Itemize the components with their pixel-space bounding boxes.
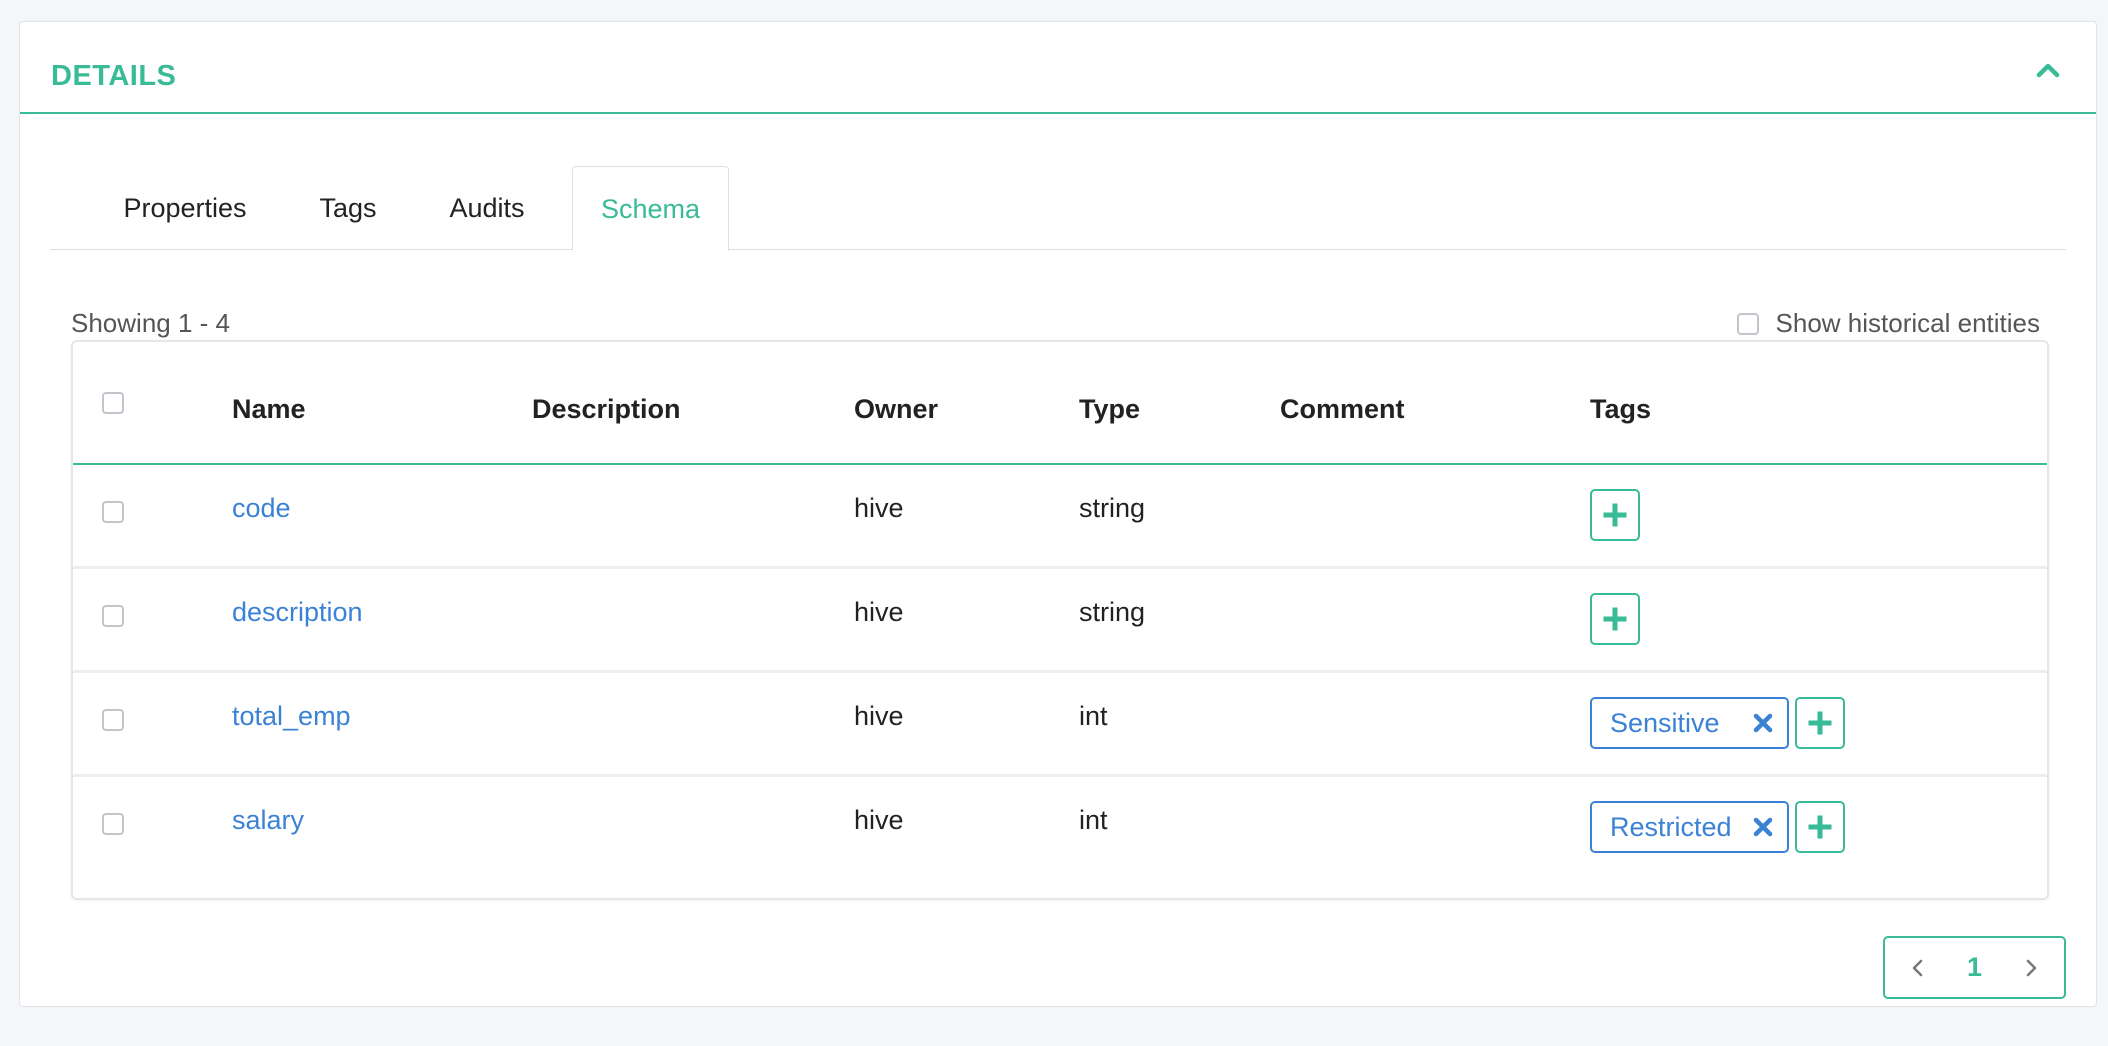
- schema-table: Name Description Owner Type Comment Tags…: [71, 340, 2049, 900]
- tab-audits[interactable]: Audits: [437, 166, 537, 250]
- owner-cell: hive: [854, 597, 904, 627]
- plus-icon: [1808, 711, 1832, 735]
- type-cell: int: [1079, 805, 1108, 835]
- close-icon: [1753, 817, 1773, 837]
- column-header-tags: Tags: [1590, 394, 1652, 424]
- tag-chip: Sensitive: [1590, 697, 1789, 749]
- next-page-button[interactable]: [2022, 956, 2040, 980]
- tab-tags[interactable]: Tags: [308, 166, 388, 250]
- collapse-button[interactable]: [2028, 50, 2068, 90]
- historical-checkbox[interactable]: [1736, 312, 1759, 335]
- type-cell: int: [1079, 701, 1108, 731]
- column-header-name[interactable]: Name: [232, 394, 306, 425]
- select-all-checkbox[interactable]: [102, 392, 124, 414]
- panel-header: DETAILS: [20, 22, 2096, 114]
- table-row: total_emp hive int Sensitive: [73, 673, 2047, 777]
- historical-toggle[interactable]: Show historical entities: [1736, 308, 2040, 339]
- type-cell: string: [1079, 597, 1146, 627]
- column-header-type[interactable]: Type: [1079, 394, 1140, 425]
- add-tag-button[interactable]: [1795, 697, 1845, 749]
- current-page[interactable]: 1: [1967, 952, 1982, 983]
- chevron-up-icon: [2036, 63, 2060, 78]
- row-checkbox[interactable]: [102, 605, 124, 627]
- column-name-link[interactable]: description: [232, 597, 363, 628]
- tab-bar: Properties Tags Audits Schema: [50, 144, 2066, 251]
- tags-cell: [1590, 489, 1640, 541]
- panel-title: DETAILS: [51, 60, 177, 92]
- add-tag-button[interactable]: [1590, 593, 1640, 645]
- details-panel: DETAILS Properties Tags Audits Schema Sh…: [19, 21, 2097, 1007]
- row-checkbox[interactable]: [102, 813, 124, 835]
- tab-schema[interactable]: Schema: [572, 166, 729, 251]
- table-row: code hive string: [73, 465, 2047, 569]
- column-header-owner[interactable]: Owner: [854, 394, 938, 425]
- remove-tag-button[interactable]: [1753, 817, 1773, 837]
- chevron-right-icon: [2026, 959, 2037, 976]
- table-row: description hive string: [73, 569, 2047, 673]
- historical-label: Show historical entities: [1775, 308, 2040, 338]
- column-name-link[interactable]: salary: [232, 805, 304, 836]
- tag-label: Restricted: [1610, 811, 1732, 842]
- plus-icon: [1808, 815, 1832, 839]
- table-row: salary hive int Restricted: [73, 777, 2047, 881]
- close-icon: [1753, 713, 1773, 733]
- tags-cell: [1590, 593, 1640, 645]
- remove-tag-button[interactable]: [1753, 713, 1773, 733]
- chevron-left-icon: [1912, 959, 1923, 976]
- tag-chip: Restricted: [1590, 801, 1789, 853]
- row-checkbox[interactable]: [102, 709, 124, 731]
- row-checkbox[interactable]: [102, 501, 124, 523]
- column-name-link[interactable]: total_emp: [232, 701, 351, 732]
- plus-icon: [1603, 503, 1627, 527]
- pagination: 1: [1883, 936, 2066, 999]
- owner-cell: hive: [854, 805, 904, 835]
- add-tag-button[interactable]: [1795, 801, 1845, 853]
- column-header-comment[interactable]: Comment: [1280, 394, 1405, 425]
- column-header-description[interactable]: Description: [532, 394, 681, 425]
- tab-properties[interactable]: Properties: [110, 166, 260, 250]
- type-cell: string: [1079, 493, 1146, 523]
- tag-label: Sensitive: [1610, 707, 1720, 738]
- showing-count: Showing 1 - 4: [71, 308, 230, 338]
- owner-cell: hive: [854, 701, 904, 731]
- owner-cell: hive: [854, 493, 904, 523]
- table-header: Name Description Owner Type Comment Tags: [73, 342, 2047, 465]
- tags-cell: Restricted: [1590, 801, 1845, 853]
- tags-cell: Sensitive: [1590, 697, 1845, 749]
- column-name-link[interactable]: code: [232, 493, 291, 524]
- prev-page-button[interactable]: [1909, 956, 1927, 980]
- add-tag-button[interactable]: [1590, 489, 1640, 541]
- plus-icon: [1603, 607, 1627, 631]
